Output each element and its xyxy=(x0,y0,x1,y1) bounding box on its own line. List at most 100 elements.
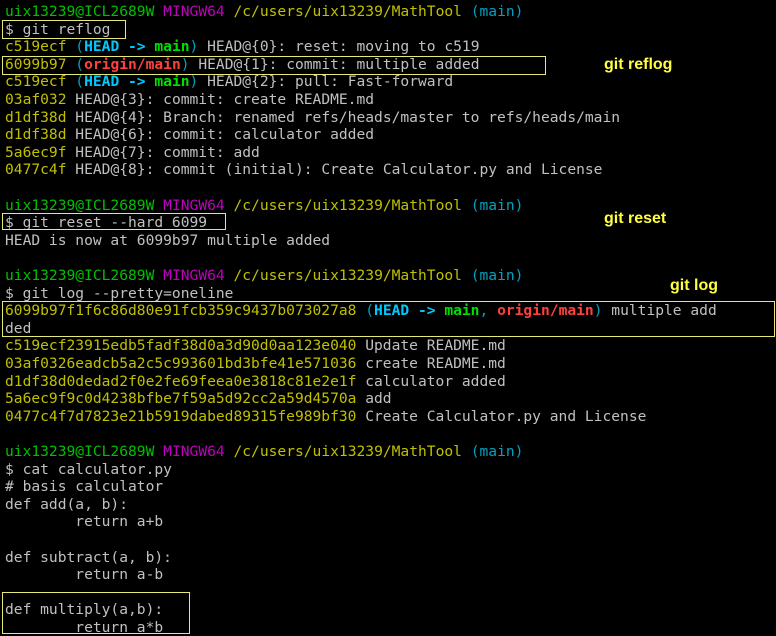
prompt-branch: (main) xyxy=(470,196,524,214)
entry-text: HEAD@{0}: reset: moving to c519 xyxy=(198,38,480,56)
ref-decoration: ) xyxy=(180,55,190,73)
prompt-line: uix13239@ICL2689W MINGW64 /c/users/uix13… xyxy=(5,3,523,21)
prompt-user: uix13239@ICL2689W xyxy=(5,443,155,460)
ref-decoration: main xyxy=(154,73,190,91)
prompt-branch: (main) xyxy=(470,443,524,460)
commit-hash: 5a6ec9f xyxy=(5,143,67,161)
prompt-branch: (main) xyxy=(470,267,524,284)
log-entry: ded xyxy=(5,320,31,338)
reflog-entry: 0477c4f HEAD@{8}: commit (initial): Crea… xyxy=(5,161,602,179)
entry-text: calculator added xyxy=(356,372,506,390)
code-text: def add(a, b): xyxy=(5,495,129,513)
terminal-window[interactable]: uix13239@ICL2689W MINGW64 /c/users/uix13… xyxy=(0,0,776,636)
code-text: return a-b xyxy=(5,566,164,584)
ref-decoration: , xyxy=(479,302,498,320)
ref-decoration: ( xyxy=(66,73,85,91)
log-entry: 6099b97f1f6c86d80e91fcb359c9437b073027a8… xyxy=(5,302,717,320)
prompt-user: uix13239@ICL2689W xyxy=(5,267,155,284)
entry-text: HEAD@{6}: commit: calculator added xyxy=(66,126,375,144)
ref-decoration: main xyxy=(444,302,480,320)
command-line: $ git log --pretty=oneline xyxy=(5,285,233,303)
commit-hash: 0477c4f7d7823e21b5919dabed89315fe989bf30 xyxy=(5,407,357,425)
reflog-entry: d1df38d HEAD@{6}: commit: calculator add… xyxy=(5,126,374,144)
commit-hash: 6099b97 xyxy=(5,55,67,73)
reflog-entry: 03af032 HEAD@{3}: commit: create README.… xyxy=(5,91,374,109)
ref-decoration: origin/main xyxy=(497,302,594,320)
file-line: return a+b xyxy=(5,513,163,531)
ref-decoration: ( xyxy=(66,55,85,73)
command-text: $ cat calculator.py xyxy=(5,460,172,478)
entry-text: create README.md xyxy=(356,355,506,372)
commit-hash: 03af0326eadcb5a2c5c993601bd3bfe41e571036 xyxy=(5,355,357,372)
commit-hash: d1df38d xyxy=(5,126,67,144)
entry-text: HEAD@{8}: commit (initial): Create Calcu… xyxy=(66,161,603,179)
log-entry: c519ecf23915edb5fadf38d0a3d90d0aa123e040… xyxy=(5,337,506,355)
log-entry: 03af0326eadcb5a2c5c993601bd3bfe41e571036… xyxy=(5,355,506,373)
entry-text: HEAD@{2}: pull: Fast-forward xyxy=(198,73,454,91)
prompt-path: /c/users/uix13239/MathTool xyxy=(233,3,462,20)
command-text: $ git reset --hard 6099 xyxy=(5,214,208,232)
ref-decoration: HEAD -> xyxy=(84,73,155,91)
ref-decoration: main xyxy=(154,38,190,56)
reflog-entry: c519ecf (HEAD -> main) HEAD@{0}: reset: … xyxy=(5,38,480,56)
entry-text: HEAD@{3}: commit: create README.md xyxy=(66,91,375,108)
prompt-env: MINGW64 xyxy=(163,443,225,460)
commit-hash: d1df38d0dedad2f0e2fe69feea0e3818c81e2e1f xyxy=(5,372,357,390)
prompt-line: uix13239@ICL2689W MINGW64 /c/users/uix13… xyxy=(5,267,523,285)
commit-hash: c519ecf xyxy=(5,38,67,56)
commit-hash: 5a6ec9f9c0d4238bfbe7f59a5d92cc2a59d4570a xyxy=(5,390,357,408)
code-text: return a+b xyxy=(5,513,164,531)
prompt-path: /c/users/uix13239/MathTool xyxy=(233,443,462,460)
code-text: def subtract(a, b): xyxy=(5,548,172,566)
command-text: $ git reflog xyxy=(5,20,111,38)
entry-text: multiple add xyxy=(602,302,717,320)
commit-hash: 0477c4f xyxy=(5,161,67,179)
annotation-log: git log xyxy=(670,277,718,294)
commit-hash: c519ecf23915edb5fadf38d0a3d90d0aa123e040 xyxy=(5,337,357,355)
commit-hash: 6099b97f1f6c86d80e91fcb359c9437b073027a8 xyxy=(5,302,357,320)
log-entry: d1df38d0dedad2f0e2fe69feea0e3818c81e2e1f… xyxy=(5,373,506,391)
reflog-entry: c519ecf (HEAD -> main) HEAD@{2}: pull: F… xyxy=(5,73,453,91)
file-line: def multiply(a,b): xyxy=(5,601,163,619)
code-text: def multiply(a,b): xyxy=(5,601,164,619)
file-line: def subtract(a, b): xyxy=(5,549,172,567)
log-entry: 0477c4f7d7823e21b5919dabed89315fe989bf30… xyxy=(5,408,646,426)
reflog-entry: 6099b97 (origin/main) HEAD@{1}: commit: … xyxy=(5,56,480,74)
entry-text: Create Calculator.py and License xyxy=(356,407,647,425)
file-line: # basis calculator xyxy=(5,478,163,496)
prompt-env: MINGW64 xyxy=(163,267,225,284)
command-text: $ git log --pretty=oneline xyxy=(5,284,234,302)
output-text: HEAD is now at 6099b97 multiple added xyxy=(5,231,331,249)
prompt-env: MINGW64 xyxy=(163,196,225,214)
code-text: # basis calculator xyxy=(5,478,164,496)
code-text: return a*b xyxy=(5,619,164,636)
entry-text: HEAD@{4}: Branch: renamed refs/heads/mas… xyxy=(66,108,621,126)
prompt-user: uix13239@ICL2689W xyxy=(5,196,155,214)
file-line: return a-b xyxy=(5,566,163,584)
prompt-path: /c/users/uix13239/MathTool xyxy=(233,267,462,284)
commit-hash: 03af032 xyxy=(5,91,67,108)
commit-hash: c519ecf xyxy=(5,73,67,91)
entry-text: HEAD@{7}: commit: add xyxy=(66,143,260,161)
ref-decoration: ) xyxy=(593,302,603,320)
reflog-entry: 5a6ec9f HEAD@{7}: commit: add xyxy=(5,144,260,162)
log-entry: 5a6ec9f9c0d4238bfbe7f59a5d92cc2a59d4570a… xyxy=(5,390,392,408)
file-line: def add(a, b): xyxy=(5,496,128,514)
command-line: $ git reflog xyxy=(5,21,110,39)
commit-hash: d1df38d xyxy=(5,108,67,126)
entry-text: HEAD@{1}: commit: multiple added xyxy=(189,55,480,73)
ref-decoration: HEAD -> xyxy=(84,38,155,56)
prompt-line: uix13239@ICL2689W MINGW64 /c/users/uix13… xyxy=(5,443,523,461)
prompt-user: uix13239@ICL2689W xyxy=(5,3,155,20)
ref-decoration: ( xyxy=(356,302,375,320)
annotation-reset: git reset xyxy=(604,210,667,227)
prompt-env: MINGW64 xyxy=(163,3,225,20)
prompt-line: uix13239@ICL2689W MINGW64 /c/users/uix13… xyxy=(5,197,523,215)
entry-text: Update README.md xyxy=(356,337,506,355)
ref-decoration: origin/main xyxy=(84,55,181,73)
reset-output: HEAD is now at 6099b97 multiple added xyxy=(5,232,330,250)
entry-text: ded xyxy=(5,319,32,337)
reflog-entry: d1df38d HEAD@{4}: Branch: renamed refs/h… xyxy=(5,109,620,127)
ref-decoration: HEAD -> xyxy=(374,302,445,320)
command-line: $ cat calculator.py xyxy=(5,461,172,479)
